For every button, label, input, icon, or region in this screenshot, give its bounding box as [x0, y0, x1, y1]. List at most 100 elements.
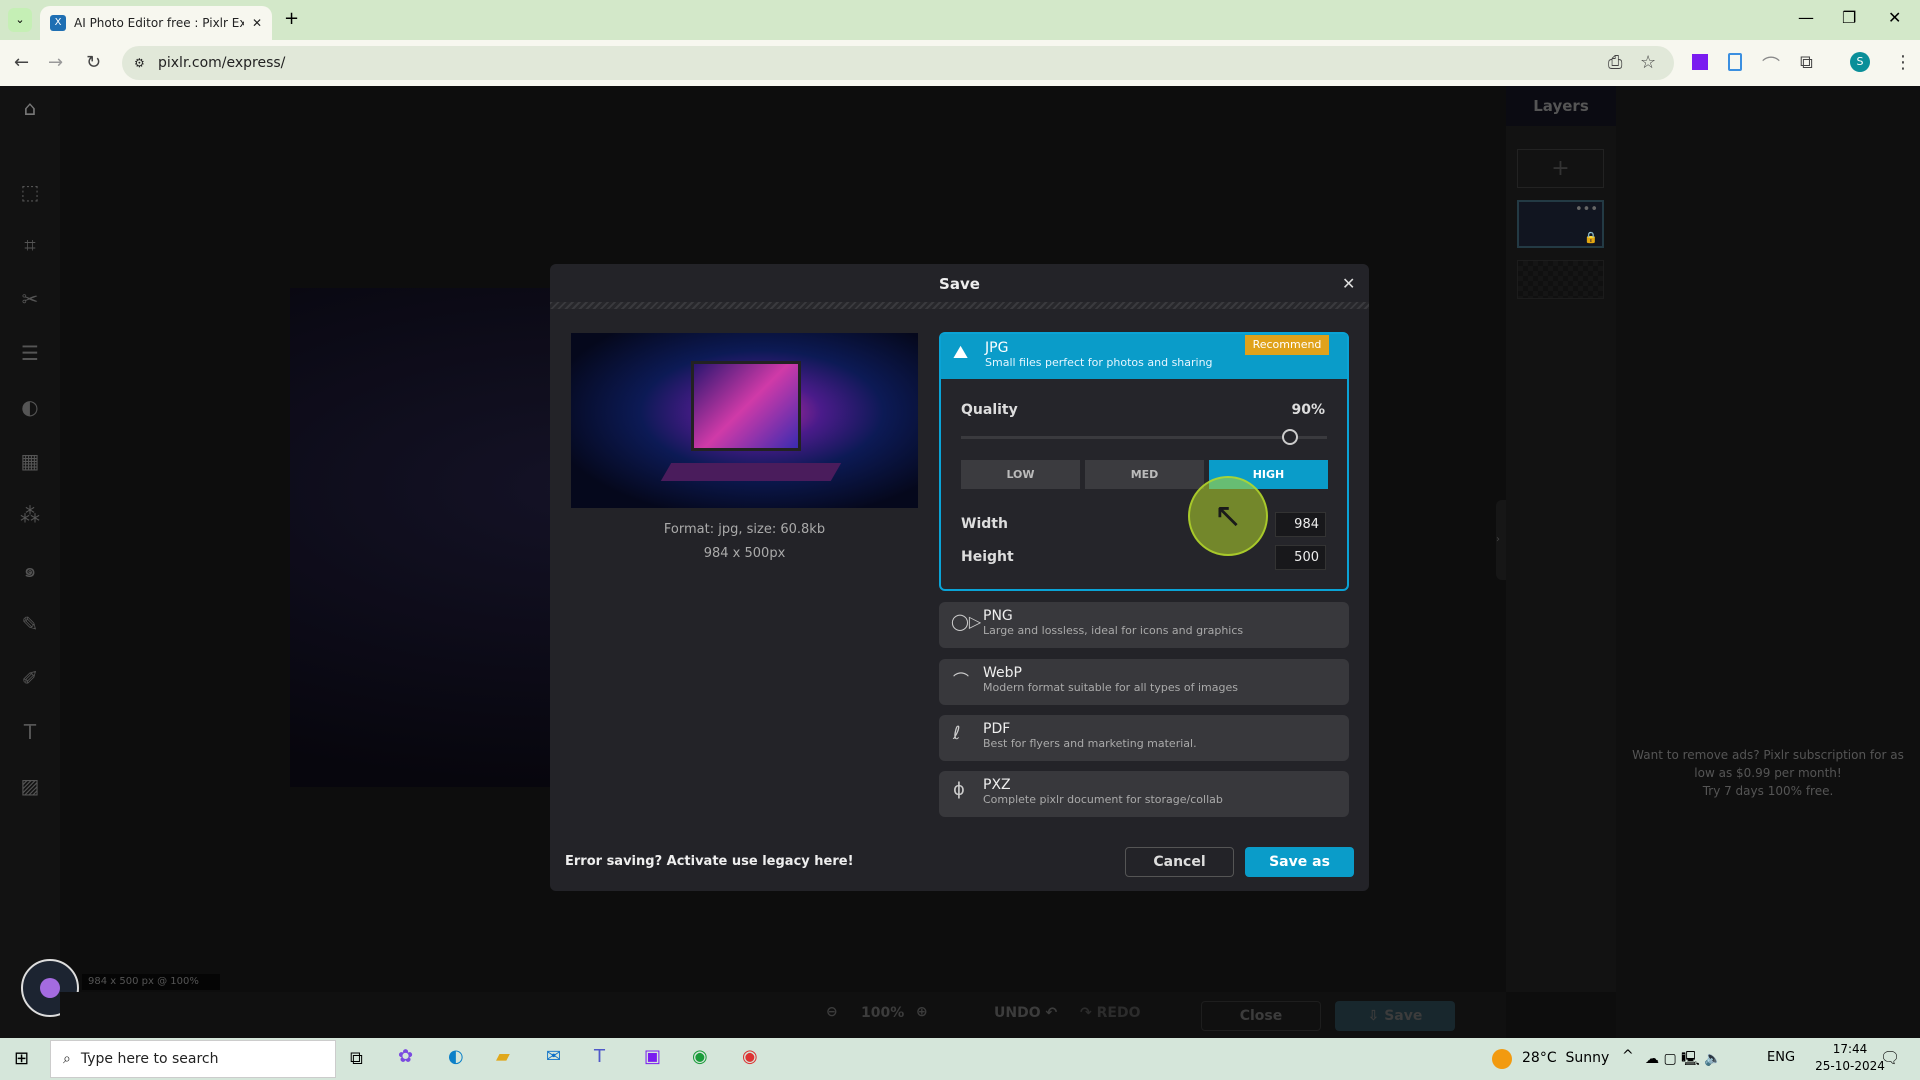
reload-icon[interactable]: ↻ [86, 52, 101, 73]
browser-tab[interactable]: X AI Photo Editor free : Pixlr Expre ✕ [40, 6, 272, 40]
browser-menu-icon[interactable]: ⋮ [1894, 52, 1912, 73]
recommend-badge: Recommend [1245, 335, 1329, 355]
layer-thumbnail[interactable]: ••• 🔒 [1517, 200, 1604, 248]
image-dimensions: 984 x 500px [703, 546, 786, 561]
height-input[interactable]: 500 [1275, 545, 1326, 570]
format-desc: Large and lossless, ideal for icons and … [983, 624, 1244, 637]
zoom-level: 100% [861, 1005, 905, 1021]
ad-text: Want to remove ads? Pixlr subscription f… [1632, 748, 1904, 762]
weather-text[interactable]: 28°C Sunny [1522, 1050, 1609, 1066]
extension-icon[interactable] [1728, 53, 1742, 71]
tab-list-button[interactable]: ⌄ [8, 8, 32, 32]
canvas-status: 984 x 500 px @ 100% [82, 974, 220, 990]
teams-icon[interactable]: T [594, 1046, 605, 1067]
install-app-icon[interactable]: ⎙ [1608, 52, 1622, 73]
save-as-button[interactable]: Save as [1245, 847, 1354, 877]
file-explorer-icon[interactable]: ▰ [496, 1046, 510, 1067]
height-label: Height [961, 549, 1014, 565]
undo-label: UNDO [994, 1005, 1041, 1021]
ad-link[interactable]: Try 7 days 100% free. [1616, 782, 1920, 800]
restore-button[interactable]: ❐ [1842, 8, 1856, 27]
retouch-tool-icon[interactable]: ⁂ [16, 501, 44, 529]
format-option-jpg[interactable]: ⛰ JPG Small files perfect for photos and… [939, 332, 1349, 591]
profile-avatar[interactable]: S [1850, 52, 1870, 72]
edge-icon[interactable]: ◐ [448, 1046, 464, 1067]
tray-chevron-icon[interactable]: ^ [1622, 1048, 1634, 1064]
task-view-icon[interactable]: ⧉ [350, 1048, 363, 1069]
copilot-icon[interactable]: ✿ [398, 1046, 413, 1067]
url-bar[interactable]: ⚙ pixlr.com/express/ [122, 46, 1674, 80]
format-option-pxz[interactable]: ϕ PXZ Complete pixlr document for storage/… [939, 771, 1349, 817]
clock[interactable]: 17:44 25-10-2024 [1810, 1041, 1890, 1075]
redo-label: REDO [1096, 1005, 1141, 1021]
liquify-tool-icon[interactable]: ๑ [16, 556, 44, 584]
layers-panel: Layers + ••• 🔒 [1506, 86, 1616, 992]
save-button[interactable]: ⇩ Save [1335, 1001, 1455, 1031]
tab-close-icon[interactable]: ✕ [252, 16, 262, 30]
lock-icon[interactable]: 🔒 [1584, 231, 1598, 244]
url-text: pixlr.com/express/ [158, 55, 286, 71]
draw-tool-icon[interactable]: ✐ [16, 664, 44, 692]
quality-slider[interactable] [961, 429, 1327, 445]
jpg-header[interactable]: ⛰ JPG Small files perfect for photos and… [941, 334, 1347, 379]
forward-icon[interactable]: → [48, 52, 63, 73]
pattern-tool-icon[interactable]: ▨ [16, 772, 44, 800]
new-tab-button[interactable]: + [284, 8, 299, 29]
taskbar-search[interactable]: ⌕ Type here to search [50, 1040, 336, 1078]
quality-slider-thumb[interactable] [1282, 429, 1299, 445]
background-layer[interactable] [1517, 260, 1604, 299]
cancel-button[interactable]: Cancel [1125, 847, 1234, 877]
preview-monitor [691, 361, 801, 451]
effect-tool-icon[interactable]: ▦ [16, 447, 44, 475]
layer-menu-icon[interactable]: ••• [1575, 202, 1598, 217]
dialog-close-icon[interactable]: ✕ [1342, 274, 1355, 293]
date: 25-10-2024 [1815, 1059, 1885, 1073]
weather-icon [1492, 1049, 1512, 1069]
add-layer-button[interactable]: + [1517, 149, 1604, 188]
windows-start-icon[interactable]: ⊞ [14, 1048, 29, 1069]
cutout-tool-icon[interactable]: ✂ [16, 285, 44, 313]
mail-icon[interactable]: ✉ [546, 1046, 561, 1067]
format-option-pdf[interactable]: ℓ PDF Best for flyers and marketing materi… [939, 715, 1349, 761]
tab-title: AI Photo Editor free : Pixlr Expre [74, 16, 244, 30]
arrange-tool-icon[interactable]: ⬚ [16, 178, 44, 206]
back-icon[interactable]: ← [14, 52, 29, 73]
legacy-save-link[interactable]: Error saving? Activate use legacy here! [565, 854, 854, 869]
language-indicator[interactable]: ENG [1767, 1050, 1795, 1065]
heal-tool-icon[interactable]: ✎ [16, 610, 44, 638]
text-tool-icon[interactable]: T [16, 718, 44, 746]
save-label: Save [1384, 1008, 1423, 1024]
home-icon[interactable]: ⌂ [16, 94, 44, 122]
tray-icons[interactable]: ☁ ▢ 🖳 🔈 [1645, 1048, 1722, 1072]
format-desc: Modern format suitable for all types of … [983, 681, 1238, 694]
notifications-icon[interactable]: 🗨 [1880, 1048, 1900, 1067]
site-settings-icon[interactable]: ⚙ [134, 56, 145, 70]
quality-med-button[interactable]: MED [1085, 460, 1204, 489]
format-option-png[interactable]: ◯▷ PNG Large and lossless, ideal for icons… [939, 602, 1349, 648]
crop-tool-icon[interactable]: ⌗ [16, 231, 44, 259]
redo-button[interactable]: ↷ REDO [1080, 1005, 1140, 1021]
bookmark-star-icon[interactable]: ☆ [1640, 52, 1656, 73]
zoom-in-icon[interactable]: ⊕ [916, 1004, 928, 1020]
divider [550, 302, 1369, 309]
width-input[interactable]: 984 [1275, 512, 1326, 537]
close-button[interactable]: Close [1201, 1001, 1321, 1031]
quality-low-button[interactable]: LOW [961, 460, 1080, 489]
undo-button[interactable]: UNDO ↶ [994, 1005, 1057, 1021]
window-close-button[interactable]: ✕ [1888, 8, 1901, 27]
minimize-button[interactable]: — [1798, 8, 1814, 27]
chrome-icon[interactable]: ◉ [692, 1046, 708, 1067]
format-title: PNG [983, 608, 1013, 624]
extensions-puzzle-icon[interactable]: ⧉ [1800, 52, 1813, 73]
app-icon[interactable]: ▣ [644, 1046, 661, 1067]
filter-tool-icon[interactable]: ◐ [16, 393, 44, 421]
format-title: PDF [983, 721, 1011, 737]
adjust-tool-icon[interactable]: ☰ [16, 339, 44, 367]
zoom-out-icon[interactable]: ⊖ [826, 1004, 838, 1020]
chrome-profile-icon[interactable]: ◉ [742, 1046, 758, 1067]
image-icon: ⛰ [953, 342, 969, 363]
extension-icon[interactable]: ⌒ [1762, 52, 1780, 78]
panel-toggle[interactable]: › [1496, 500, 1506, 580]
format-option-webp[interactable]: ⌒ WebP Modern format suitable for all type… [939, 659, 1349, 705]
extension-icon[interactable] [1692, 54, 1708, 70]
